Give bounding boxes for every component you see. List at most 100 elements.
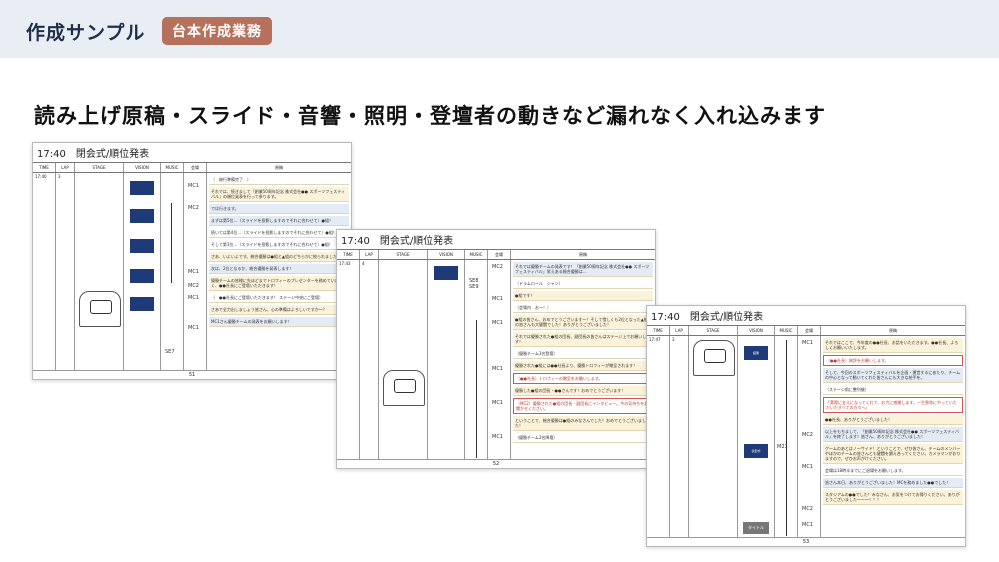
col-stage: STAGE	[75, 163, 124, 172]
col-time: TIME	[33, 163, 56, 172]
page-title: 作成サンプル	[26, 22, 146, 44]
script-line: それでは優勝された●組の団長、副団長の皆さんはステージ上でお願いします！	[513, 332, 653, 347]
speaker-cell: MC2 MC1 MC1 MC1 MC1 MC1	[488, 260, 511, 463]
slide-thumbnail	[130, 209, 154, 223]
script-cell: それでは優勝チームの発表です！「創業50周年記念 株式会社●● スポーツフェステ…	[511, 260, 655, 463]
stage-cell	[689, 336, 738, 541]
col-script: 原稿	[275, 165, 283, 170]
music-cell: M21	[775, 336, 798, 541]
col-vision: VISION	[428, 250, 465, 259]
time-cell: 17:43	[337, 260, 360, 463]
speaker-label: MC1	[802, 522, 813, 528]
script-line: 会場は18時半までにご退場をお願いします。	[823, 466, 963, 476]
music-cell: SE8 SE9	[465, 260, 488, 463]
page-number: 51	[33, 370, 351, 379]
speaker-label: MC1	[492, 366, 503, 372]
script-sheet-1: 17:40 閉会式/順位発表 TIME LAP STAGE VISION MUS…	[32, 142, 352, 380]
col-music: MUSIC	[161, 163, 184, 172]
script-line: （●●社長）総評をお願いします。	[823, 355, 963, 366]
script-line: （会場内 おー！）	[513, 303, 653, 313]
vision-cell	[428, 260, 465, 463]
col-speaker: 会場	[798, 326, 821, 335]
script-line: ということで、総合優勝は●組のみなさんでした！おめでとうございました！	[513, 416, 653, 431]
col-script: 原稿	[889, 328, 897, 333]
col-time: TIME	[337, 250, 360, 259]
sheet-title: 17:40 閉会式/順位発表	[647, 306, 965, 326]
col-stage: STAGE	[689, 326, 738, 335]
script-line: （MC2）優勝された●組の団長・副団長にインタビュー。今の気持ちをお聞かせくださ…	[513, 398, 653, 414]
speaker-label: MC2	[802, 506, 813, 512]
lap-value: 3	[672, 337, 675, 342]
script-line: 以上をもちまして、「創業50周年記念 株式会社●● スポーツフェスティバル」を終…	[823, 427, 963, 442]
sheet-header-row: TIME LAP STAGE VISION MUSIC 会場 原稿	[337, 250, 655, 260]
music-cell: SE7	[161, 173, 184, 374]
vision-cell	[124, 173, 161, 374]
script-line: 皆さん本日、ありがとうございました！MCを務めました●●でした！	[823, 478, 963, 488]
page-number: 52	[337, 459, 655, 468]
time-value: 17:47	[649, 337, 661, 342]
script-line: それでは、続きまして「創業50周年記念 株式会社●● スポーツフェスティバル」の…	[209, 187, 349, 202]
slide-thumbnail	[434, 266, 458, 280]
speaker-cell: MC1 MC2 MC1 MC2 MC1	[798, 336, 821, 541]
script-line: MC1さん優勝チームの発表をお願いします！	[209, 317, 349, 327]
script-line: （優勝チーム3名登壇）	[513, 349, 653, 359]
lap-cell: 4	[360, 260, 379, 463]
script-line: そして第3位…（スライドを投影しますのでそれに合わせて）●組！	[209, 240, 349, 250]
col-speaker: 会場	[488, 250, 511, 259]
stage-cell	[75, 173, 124, 374]
script-line: ●●社長、ありがとうございました！	[823, 415, 963, 425]
script-line: 次は、2位となるか、総合優勝を発表します！	[209, 264, 349, 274]
script-line: （●●社長）トロフィーの贈呈をお願いします。	[513, 373, 653, 384]
speaker-label: MC1	[802, 464, 813, 470]
sheet-header-row: TIME LAP STAGE VISION MUSIC 会場 原稿	[647, 326, 965, 336]
speaker-label: MC1	[492, 320, 503, 326]
music-cue: SE7	[165, 349, 175, 355]
script-line: 優勝チームの皆様に先ほどまでトロフィーのプレゼンターを務めていただく、●●社長に…	[209, 276, 349, 291]
script-line: 優勝した●組の団長・●●さんです！おめでとうございます！	[513, 386, 653, 396]
col-lap: LAP	[56, 163, 75, 172]
slide-thumbnail	[130, 297, 154, 311]
col-lap: LAP	[670, 326, 689, 335]
script-line: まずは第5位…（スライドを投影しますのでそれに合わせて）●組！	[209, 216, 349, 226]
col-vision: VISION	[738, 326, 775, 335]
script-line: スタジアムの●●でした！みなさん、お気をつけてお帰りください。ありがとうございま…	[823, 490, 963, 505]
script-cell: （ 総行準備完了 ） それでは、続きまして「創業50周年記念 株式会社●● スポ…	[207, 173, 351, 374]
time-cell: 17:40	[33, 173, 56, 374]
lap-cell: 3	[670, 336, 689, 541]
category-badge: 台本作成業務	[162, 17, 272, 45]
music-cue: SE9	[469, 284, 479, 290]
script-line: （ 総行準備完了 ）	[209, 175, 349, 185]
slide-thumbnail	[130, 181, 154, 195]
stage-cell	[379, 260, 428, 463]
script-line: （ドラムロール ジャン）	[513, 279, 653, 289]
speaker-label: MC2	[492, 264, 503, 270]
headline: 読み上げ原稿・スライド・音響・照明・登壇者の動きなど漏れなく入れ込みます	[34, 104, 826, 128]
script-line: 「実際に支えになってくれて、お力に感謝します。一生懸命にやっていただいたすべての…	[823, 397, 963, 413]
script-line: ●組です！	[513, 291, 653, 301]
script-line: ●組の皆さん、おめでとうございます～！そして惜しくも2位となった▲組の皆さんも大…	[513, 315, 653, 330]
col-vision: VISION	[124, 163, 161, 172]
script-line: それでは優勝チームの発表です！「創業50周年記念 株式会社●● スポーツフェステ…	[513, 262, 653, 277]
page-number: 53	[647, 537, 965, 546]
script-line: （ ●●社長にご登壇いただきます！ ステージ中央にご登壇）	[209, 293, 349, 303]
lap-value: 4	[362, 261, 365, 266]
slide-thumbnail: 結果	[744, 346, 768, 360]
header-band	[0, 0, 999, 58]
col-speaker: 会場	[184, 163, 207, 172]
speaker-label: MC2	[802, 432, 813, 438]
title-slide: タイトル	[743, 522, 769, 534]
sheet-title: 17:40 閉会式/順位発表	[337, 230, 655, 250]
script-line: ゲームのあとはノーサイド！ということで、ぜひ皆さん、チームのメンバーやほかのチー…	[823, 444, 963, 464]
script-line: それではここで、今年度の●●社長、お話をいただきます。●●社長、よろしくお願いい…	[823, 338, 963, 353]
script-sheet-3: 17:40 閉会式/順位発表 TIME LAP STAGE VISION MUS…	[646, 305, 966, 547]
script-cell: それではここで、今年度の●●社長、お話をいただきます。●●社長、よろしくお願いい…	[821, 336, 965, 541]
time-value: 17:43	[339, 261, 351, 266]
sheet-header-row: TIME LAP STAGE VISION MUSIC 会場 原稿	[33, 163, 351, 173]
speaker-label: MC1	[188, 325, 199, 331]
slide-thumbnail: 表彰式	[744, 444, 768, 458]
stage-diagram	[79, 291, 121, 327]
slide-thumbnail	[130, 269, 154, 283]
script-line: では行きます。	[209, 204, 349, 214]
speaker-label: MC1	[492, 434, 503, 440]
speaker-label: MC1	[492, 296, 503, 302]
